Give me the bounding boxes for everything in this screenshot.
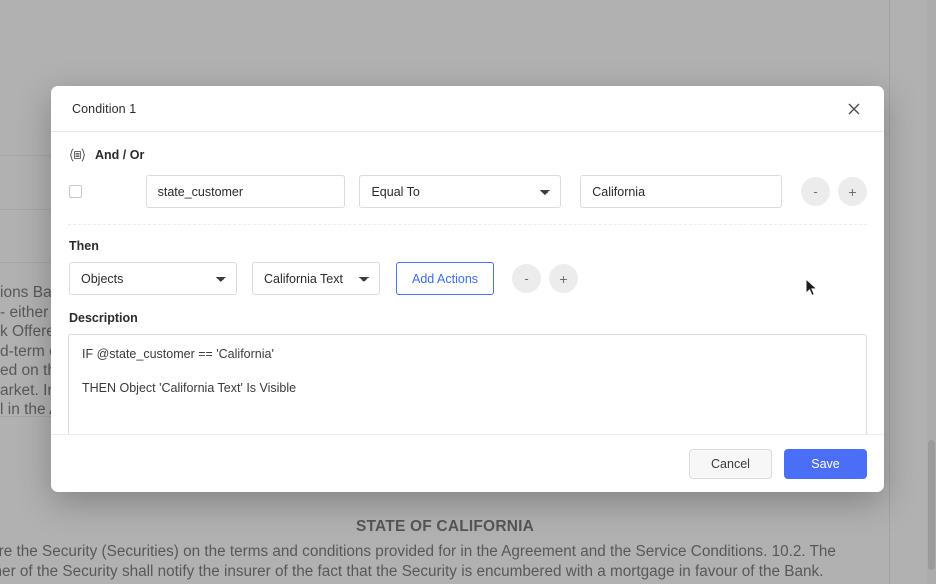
close-icon[interactable]: [842, 97, 866, 121]
description-label: Description: [69, 311, 867, 325]
section-divider: [68, 224, 867, 225]
remove-condition-button[interactable]: -: [801, 177, 830, 206]
condition-value-input[interactable]: [580, 175, 782, 208]
description-textarea[interactable]: IF @state_customer == 'California' THEN …: [68, 334, 867, 434]
dialog-footer: Cancel Save: [51, 434, 884, 492]
condition-dialog: Condition 1 And / Or: [51, 86, 884, 492]
add-condition-button[interactable]: +: [838, 177, 867, 206]
condition-checkbox-cell: [68, 185, 146, 198]
condition-select-checkbox[interactable]: [69, 185, 82, 198]
then-object-type-select[interactable]: Objects: [69, 262, 237, 295]
remove-action-button[interactable]: -: [512, 264, 541, 293]
condition-operator-select[interactable]: Equal To: [359, 175, 561, 208]
then-label: Then: [69, 239, 867, 253]
and-or-label: And / Or: [95, 148, 144, 162]
condition-row-controls: - +: [801, 177, 867, 206]
add-action-button[interactable]: +: [549, 264, 578, 293]
braces-list-icon: [69, 148, 86, 162]
dialog-body: And / Or Equal To - + Then Objects: [51, 132, 884, 434]
and-or-section-header: And / Or: [68, 148, 867, 162]
cancel-button[interactable]: Cancel: [689, 449, 772, 479]
then-row: Objects California Text Add Actions - +: [68, 262, 867, 295]
then-target-select[interactable]: California Text: [252, 262, 380, 295]
dialog-header: Condition 1: [51, 86, 884, 132]
add-actions-button[interactable]: Add Actions: [396, 262, 494, 295]
dialog-title: Condition 1: [72, 102, 842, 116]
then-row-controls: - +: [512, 264, 578, 293]
condition-variable-input[interactable]: [146, 175, 346, 208]
save-button[interactable]: Save: [784, 449, 867, 479]
condition-row: Equal To - +: [68, 175, 867, 208]
